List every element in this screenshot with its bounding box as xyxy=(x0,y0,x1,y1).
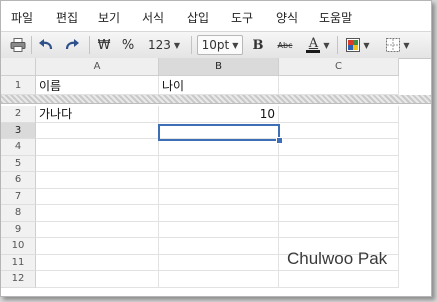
row-header[interactable]: 12 xyxy=(1,271,36,288)
select-all-corner[interactable] xyxy=(1,58,36,76)
cell-a10[interactable] xyxy=(36,238,159,255)
strikethrough-button[interactable]: Abc xyxy=(273,35,297,55)
fill-handle[interactable] xyxy=(276,137,283,144)
print-icon xyxy=(10,38,26,52)
cell-a8[interactable] xyxy=(36,205,159,222)
spreadsheet-window: 파일 편집 보기 서식 삽입 도구 양식 도움말 ₩ % 123 ▼ 10pt … xyxy=(0,0,432,297)
borders-button[interactable]: ▼ xyxy=(382,35,414,55)
cell-c2[interactable] xyxy=(279,106,399,123)
redo-icon xyxy=(65,39,79,50)
chevron-down-icon: ▼ xyxy=(323,40,330,50)
chevron-down-icon: ▼ xyxy=(403,40,410,50)
cell-c4[interactable] xyxy=(279,139,399,156)
menu-form[interactable]: 양식 xyxy=(276,9,298,26)
cell-a12[interactable] xyxy=(36,271,159,288)
font-size-dropdown[interactable]: 10pt ▼ xyxy=(196,35,244,55)
cell-b1[interactable]: 나이 xyxy=(159,76,279,95)
cell-b9[interactable] xyxy=(159,221,279,238)
borders-icon xyxy=(386,38,401,52)
row-header[interactable]: 4 xyxy=(1,139,36,156)
strikethrough-icon: Abc xyxy=(277,40,293,50)
menu-format[interactable]: 서식 xyxy=(142,9,164,26)
number-format-dropdown[interactable]: 123 ▼ xyxy=(144,35,184,55)
cell-b5[interactable] xyxy=(159,155,279,172)
cell-b7[interactable] xyxy=(159,188,279,205)
menu-help[interactable]: 도움말 xyxy=(319,9,352,26)
cell-a6[interactable] xyxy=(36,172,159,189)
chevron-down-icon: ▼ xyxy=(363,40,370,50)
cell-a9[interactable] xyxy=(36,221,159,238)
cell-c7[interactable] xyxy=(279,188,399,205)
cell-c1[interactable] xyxy=(279,76,399,95)
freeze-divider-handle[interactable] xyxy=(1,95,431,104)
redo-button[interactable] xyxy=(61,35,83,55)
undo-icon xyxy=(39,39,53,50)
bold-button[interactable]: B xyxy=(250,35,266,55)
cell-a7[interactable] xyxy=(36,188,159,205)
row-header[interactable]: 1 xyxy=(1,76,36,95)
cell-b6[interactable] xyxy=(159,172,279,189)
author-watermark: Chulwoo Pak xyxy=(287,249,388,268)
row-header[interactable]: 11 xyxy=(1,254,36,271)
cell-b2[interactable]: 10 xyxy=(159,106,279,123)
row-header[interactable]: 10 xyxy=(1,238,36,255)
number-format-label: 123 xyxy=(147,38,171,52)
row-header[interactable]: 9 xyxy=(1,221,36,238)
cell-a4[interactable] xyxy=(36,139,159,156)
cell-b4[interactable] xyxy=(159,139,279,156)
column-header-a[interactable]: A xyxy=(36,58,159,76)
toolbar-separator xyxy=(191,36,192,54)
cell-c12[interactable] xyxy=(279,271,399,288)
text-color-button[interactable]: A ▼ xyxy=(303,35,333,55)
cell-a1[interactable]: 이름 xyxy=(36,76,159,95)
cell-c9[interactable] xyxy=(279,221,399,238)
font-size-value: 10pt xyxy=(201,38,230,52)
menu-bar: 파일 편집 보기 서식 삽입 도구 양식 도움말 xyxy=(1,1,431,31)
cell-a11[interactable] xyxy=(36,254,159,271)
menu-insert[interactable]: 삽입 xyxy=(187,9,209,26)
row-header[interactable]: 8 xyxy=(1,205,36,222)
cell-a5[interactable] xyxy=(36,155,159,172)
cell-a3[interactable] xyxy=(36,122,159,139)
row-header[interactable]: 5 xyxy=(1,155,36,172)
cell-b10[interactable] xyxy=(159,238,279,255)
currency-format-button[interactable]: ₩ xyxy=(95,35,113,55)
cell-c5[interactable] xyxy=(279,155,399,172)
text-color-icon: A xyxy=(306,37,321,53)
menu-view[interactable]: 보기 xyxy=(98,9,120,26)
toolbar-separator xyxy=(31,36,32,54)
percent-format-button[interactable]: % xyxy=(119,35,137,55)
fill-color-icon xyxy=(346,38,361,52)
selected-cell-outline xyxy=(158,124,280,141)
row-header[interactable]: 2 xyxy=(1,106,36,123)
menu-tools[interactable]: 도구 xyxy=(231,9,253,26)
bold-icon: B xyxy=(252,37,264,53)
cell-c8[interactable] xyxy=(279,205,399,222)
cell-b11[interactable] xyxy=(159,254,279,271)
toolbar-separator xyxy=(337,36,338,54)
menu-file[interactable]: 파일 xyxy=(11,9,33,26)
cell-c6[interactable] xyxy=(279,172,399,189)
row-header[interactable]: 6 xyxy=(1,172,36,189)
menu-edit[interactable]: 편집 xyxy=(56,9,78,26)
column-header-b[interactable]: B xyxy=(159,58,279,76)
cell-b8[interactable] xyxy=(159,205,279,222)
chevron-down-icon: ▼ xyxy=(173,40,181,50)
chevron-down-icon: ▼ xyxy=(232,40,239,50)
row-header[interactable]: 7 xyxy=(1,188,36,205)
toolbar: ₩ % 123 ▼ 10pt ▼ B Abc A ▼ ▼ ▼ xyxy=(1,31,431,59)
cell-c3[interactable] xyxy=(279,122,399,139)
column-header-c[interactable]: C xyxy=(279,58,399,76)
print-button[interactable] xyxy=(7,35,29,55)
undo-button[interactable] xyxy=(35,35,57,55)
cell-b12[interactable] xyxy=(159,271,279,288)
toolbar-separator xyxy=(89,36,90,54)
cell-a2[interactable]: 가나다 xyxy=(36,106,159,123)
fill-color-button[interactable]: ▼ xyxy=(342,35,374,55)
row-header[interactable]: 3 xyxy=(1,122,36,139)
